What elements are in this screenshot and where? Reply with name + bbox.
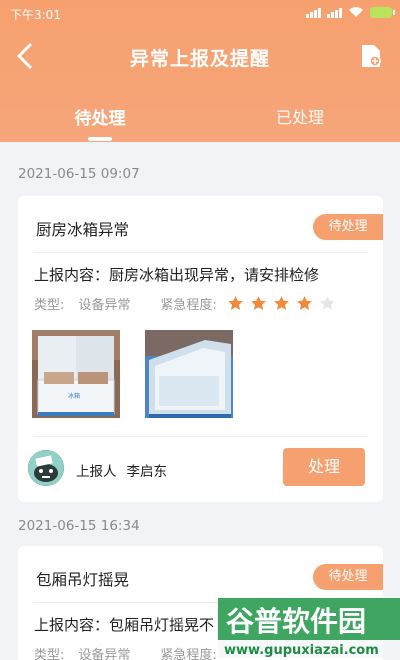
status-time: 下午3:01: [10, 8, 61, 22]
report-card[interactable]: 厨房冰箱异常 待处理 上报内容：厨房冰箱出现异常，请安排检修 类型: 设备异常 …: [18, 196, 383, 502]
avatar: [28, 450, 64, 486]
add-document-icon[interactable]: [360, 44, 382, 68]
star-filled-icon: [227, 296, 243, 310]
status-badge: 待处理: [313, 214, 383, 240]
type-label: 类型:: [34, 298, 65, 313]
tab-indicator: [88, 137, 112, 141]
watermark-logo: 谷普软件园 www.gupuxiazai.com: [218, 596, 400, 660]
reporter-info: 上报人 李启东: [76, 460, 167, 480]
report-title: 厨房冰箱异常: [36, 221, 130, 239]
report-date: 2021-06-15 09:07: [18, 166, 140, 182]
watermark-brand: 谷普软件园: [226, 605, 366, 638]
report-title: 包厢吊灯摇晃: [36, 571, 130, 589]
photo-freezer-closed[interactable]: 冰箱: [32, 330, 120, 418]
battery-icon: [370, 6, 395, 18]
report-content: 上报内容：包厢吊灯摇晃不: [34, 616, 215, 634]
process-button[interactable]: 处理: [283, 448, 365, 486]
tab-pending[interactable]: 待处理: [0, 104, 200, 129]
svg-text:冰箱: 冰箱: [68, 392, 80, 400]
app-header: 下午3:01 异常上报及提醒 待处理 已处理: [0, 0, 400, 142]
status-icons: [306, 6, 395, 18]
signal-icon: [306, 7, 321, 18]
photo-freezer-open[interactable]: [145, 330, 233, 418]
reporter-label: 上报人: [76, 464, 117, 480]
watermark-url: www.gupuxiazai.com: [224, 643, 379, 658]
status-badge: 待处理: [313, 564, 383, 590]
page-title: 异常上报及提醒: [129, 48, 270, 70]
report-date: 2021-06-15 16:34: [18, 518, 140, 534]
tab-bar: 待处理 已处理: [0, 100, 400, 142]
tab-processed[interactable]: 已处理: [200, 104, 400, 128]
star-filled-icon: [296, 296, 312, 310]
star-empty-icon: [319, 296, 335, 310]
type-value: 设备异常: [78, 648, 131, 660]
status-bar: 下午3:01: [0, 0, 400, 26]
wifi-icon: [349, 7, 363, 17]
type-value: 设备异常: [78, 298, 131, 313]
divider: [34, 436, 367, 437]
urgency-label: 紧急程度:: [160, 648, 217, 660]
reporter-name: 李启东: [126, 464, 168, 480]
report-meta: 类型: 设备异常 紧急程度:: [34, 294, 336, 313]
report-content: 上报内容：厨房冰箱出现异常，请安排检修: [34, 266, 320, 284]
report-meta: 类型: 设备异常 紧急程度:: [34, 644, 227, 660]
signal-icon-2: [327, 7, 342, 18]
star-filled-icon: [250, 296, 266, 310]
type-label: 类型:: [34, 648, 65, 660]
divider: [34, 252, 367, 253]
star-filled-icon: [273, 296, 289, 310]
urgency-label: 紧急程度:: [160, 298, 217, 313]
urgency-rating: [227, 295, 336, 312]
